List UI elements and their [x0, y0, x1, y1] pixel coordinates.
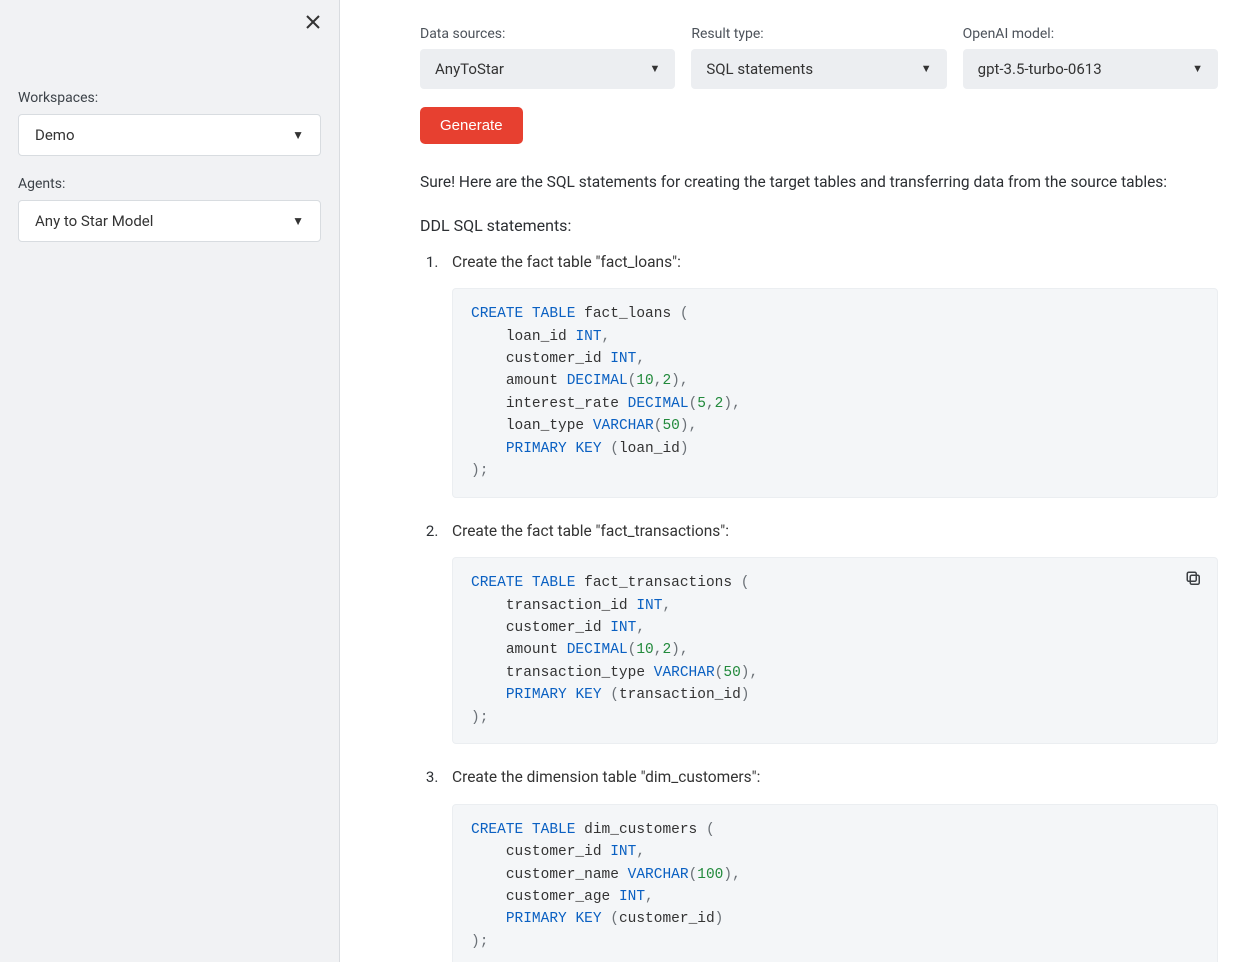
generate-button[interactable]: Generate — [420, 107, 523, 144]
step-item: Create the fact table "fact_loans": CREAT… — [442, 251, 1218, 498]
data-sources-value: AnyToStar — [435, 60, 504, 78]
code-block: CREATE TABLE fact_loans ( loan_id INT, c… — [452, 288, 1218, 498]
workspace-select[interactable]: Demo ▼ — [18, 114, 321, 156]
main: Data sources: AnyToStar ▼ Result type: S… — [340, 0, 1234, 962]
step-title: Create the fact table "fact_loans": — [452, 251, 1218, 274]
result-type-select[interactable]: SQL statements ▼ — [691, 49, 946, 89]
copy-icon[interactable] — [1185, 570, 1203, 588]
step-title: Create the fact table "fact_transactions… — [452, 520, 1218, 543]
sidebar: Workspaces: Demo ▼ Agents: Any to Star M… — [0, 0, 340, 962]
openai-model-select[interactable]: gpt-3.5-turbo-0613 ▼ — [963, 49, 1218, 89]
caret-down-icon: ▼ — [1192, 62, 1203, 75]
result-type-value: SQL statements — [706, 60, 813, 78]
close-row — [18, 14, 321, 30]
steps-list: Create the fact table "fact_loans": CREAT… — [420, 251, 1218, 962]
code-block: CREATE TABLE dim_customers ( customer_id… — [452, 804, 1218, 962]
step-item: Create the dimension table "dim_customer… — [442, 766, 1218, 962]
ddl-header: DDL SQL statements: — [420, 216, 1218, 235]
data-sources-select[interactable]: AnyToStar ▼ — [420, 49, 675, 89]
openai-model-label: OpenAI model: — [963, 26, 1218, 43]
caret-down-icon: ▼ — [292, 128, 304, 142]
openai-model-value: gpt-3.5-turbo-0613 — [978, 60, 1102, 78]
caret-down-icon: ▼ — [649, 62, 660, 75]
caret-down-icon: ▼ — [292, 214, 304, 228]
agent-select[interactable]: Any to Star Model ▼ — [18, 200, 321, 242]
close-icon[interactable] — [305, 14, 321, 30]
caret-down-icon: ▼ — [921, 62, 932, 75]
agents-label: Agents: — [18, 176, 321, 192]
agent-value: Any to Star Model — [35, 212, 153, 230]
code-block: CREATE TABLE fact_transactions ( transac… — [452, 557, 1218, 744]
data-sources-label: Data sources: — [420, 26, 675, 43]
result-type-label: Result type: — [691, 26, 946, 43]
step-item: Create the fact table "fact_transactions… — [442, 520, 1218, 745]
workspace-value: Demo — [35, 126, 75, 144]
step-title: Create the dimension table "dim_customer… — [452, 766, 1218, 789]
workspaces-label: Workspaces: — [18, 90, 321, 106]
response-intro: Sure! Here are the SQL statements for cr… — [420, 170, 1218, 194]
